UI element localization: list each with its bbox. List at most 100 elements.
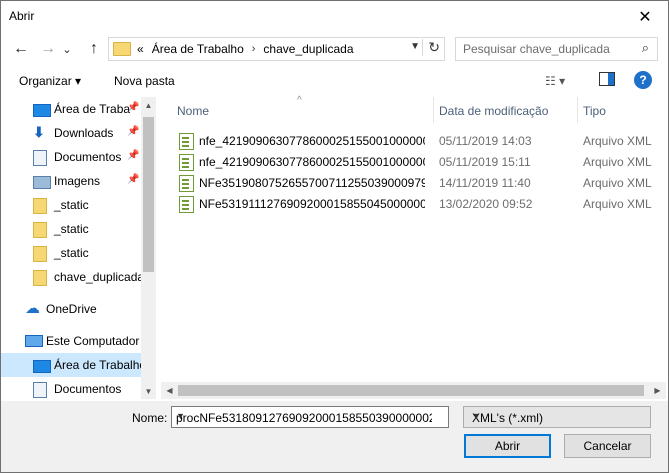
- organize-button[interactable]: Organizar ▾: [19, 74, 81, 88]
- desktop-icon: [33, 104, 51, 117]
- filename-field[interactable]: procNFe531809127690920001585503900000020…: [171, 406, 449, 428]
- xml-file-icon: [179, 175, 194, 192]
- sidebar-item-desktop[interactable]: Área de Trabalho: [1, 353, 146, 377]
- column-header-date[interactable]: Data de modificação: [439, 104, 548, 118]
- open-file-dialog: Abrir ✕ ← → ⌄ ↑ « Área de Trabalho › cha…: [0, 0, 669, 473]
- folder-icon: [33, 246, 47, 262]
- file-name: nfe_42190906307786000251550010000005...: [199, 155, 425, 169]
- file-type: Arquivo XML: [583, 197, 652, 211]
- xml-file-icon: [179, 154, 194, 171]
- open-button[interactable]: Abrir: [464, 434, 551, 458]
- cancel-button[interactable]: Cancelar: [564, 434, 651, 458]
- file-date: 05/11/2019 14:03: [439, 134, 532, 148]
- sidebar-item-static-3[interactable]: _static: [1, 241, 141, 265]
- title-bar: Abrir ✕: [1, 1, 668, 32]
- sidebar-item-label: _static: [54, 198, 89, 212]
- table-row[interactable]: NFe35190807526557007112550390009795... 1…: [161, 172, 666, 193]
- column-header-type[interactable]: Tipo: [583, 104, 606, 118]
- navigation-pane: Área de Traba 📌 ⬇ Downloads 📌 Documentos…: [1, 97, 157, 399]
- dialog-title: Abrir: [9, 9, 35, 23]
- horizontal-scrollbar[interactable]: ◀ ▶: [161, 382, 666, 399]
- pin-icon: 📌: [127, 150, 140, 161]
- sidebar-item-static-1[interactable]: _static: [1, 193, 141, 217]
- sidebar-item-label: _static: [54, 246, 89, 260]
- recent-locations-chevron-icon[interactable]: ⌄: [61, 39, 73, 59]
- file-type-select[interactable]: XML's (*.xml) ▼: [463, 406, 651, 428]
- table-row[interactable]: nfe_42190906307786000251550010000005... …: [161, 130, 666, 151]
- sidebar-item-label: Área de Trabalho: [54, 358, 147, 372]
- address-bar[interactable]: « Área de Trabalho › chave_duplicada ▼ ↻: [108, 37, 445, 61]
- refresh-icon[interactable]: ↻: [422, 39, 440, 56]
- document-icon: [33, 150, 47, 166]
- sidebar-item-chave-duplicada[interactable]: chave_duplicada: [1, 265, 145, 289]
- sidebar-item-label: chave_duplicada: [54, 270, 145, 284]
- breadcrumb-current-folder[interactable]: chave_duplicada: [263, 42, 353, 56]
- table-row[interactable]: nfe_42190906307786000251550010000005... …: [161, 151, 666, 172]
- sidebar-item-documents-quick[interactable]: Documentos 📌: [1, 145, 141, 169]
- scrollbar-thumb[interactable]: [143, 117, 154, 272]
- image-icon: [33, 176, 51, 189]
- pin-icon: 📌: [127, 174, 140, 185]
- file-type: Arquivo XML: [583, 176, 652, 190]
- up-arrow-icon[interactable]: ↑: [84, 39, 104, 59]
- sidebar-item-label: Documentos: [54, 150, 122, 164]
- column-divider[interactable]: [577, 97, 578, 123]
- help-icon[interactable]: ?: [634, 71, 652, 89]
- sidebar-item-label: Documentos: [54, 382, 122, 396]
- breadcrumb-separator-icon[interactable]: ›: [252, 43, 256, 55]
- file-list: Nome ^ Data de modificação Tipo nfe_4219…: [161, 95, 666, 399]
- scroll-down-icon[interactable]: ▼: [141, 383, 156, 399]
- file-name: nfe_42190906307786000251550010000005...: [199, 134, 425, 148]
- preview-pane-icon[interactable]: [599, 72, 615, 86]
- column-divider[interactable]: [433, 97, 434, 123]
- search-box[interactable]: Pesquisar chave_duplicada ⌕: [455, 37, 658, 61]
- search-input[interactable]: Pesquisar chave_duplicada: [463, 42, 610, 56]
- column-header-name[interactable]: Nome: [177, 104, 209, 118]
- breadcrumb-desktop[interactable]: Área de Trabalho: [152, 42, 244, 56]
- chevron-down-icon[interactable]: ▼: [472, 411, 643, 421]
- sidebar-item-label: Área de Traba: [54, 102, 131, 116]
- pin-icon: 📌: [127, 126, 140, 137]
- sidebar-item-onedrive[interactable]: ☁ OneDrive: [1, 297, 141, 321]
- sidebar-item-documents[interactable]: Documentos: [1, 377, 141, 399]
- table-row[interactable]: NFe53191112769092000158550450000006... 1…: [161, 193, 666, 214]
- scroll-up-icon[interactable]: ▲: [141, 97, 156, 113]
- scroll-left-icon[interactable]: ◀: [161, 382, 178, 399]
- sidebar-item-desktop-quick[interactable]: Área de Traba 📌: [1, 97, 141, 121]
- sort-ascending-icon: ^: [297, 95, 302, 106]
- download-icon: ⬇: [33, 124, 45, 140]
- sidebar-item-images[interactable]: Imagens 📌: [1, 169, 141, 193]
- chevron-down-icon[interactable]: ▼: [176, 411, 432, 421]
- xml-file-icon: [179, 196, 194, 213]
- close-icon[interactable]: ✕: [622, 1, 668, 32]
- desktop-icon: [33, 360, 51, 373]
- sidebar-item-label: _static: [54, 222, 89, 236]
- sidebar-item-label: Este Computador: [46, 334, 140, 348]
- folder-icon: [33, 198, 47, 214]
- scrollbar-thumb[interactable]: [178, 385, 644, 396]
- sidebar-item-label: OneDrive: [46, 302, 97, 316]
- breadcrumb-overflow[interactable]: «: [137, 42, 144, 56]
- file-type: Arquivo XML: [583, 134, 652, 148]
- view-options-icon[interactable]: ☷ ▾: [545, 74, 565, 88]
- sidebar-scrollbar[interactable]: ▲ ▼: [141, 97, 156, 399]
- forward-arrow-icon[interactable]: →: [38, 39, 58, 59]
- file-date: 13/02/2020 09:52: [439, 197, 533, 211]
- sidebar-item-static-2[interactable]: _static: [1, 217, 141, 241]
- address-dropdown-icon[interactable]: ▼: [410, 41, 420, 52]
- new-folder-button[interactable]: Nova pasta: [114, 74, 175, 88]
- search-icon: ⌕: [641, 40, 649, 55]
- command-bar: Organizar ▾ Nova pasta ☷ ▾ ?: [1, 69, 668, 95]
- filename-label: Nome:: [132, 411, 168, 425]
- cloud-icon: ☁: [25, 300, 40, 317]
- document-icon: [33, 382, 47, 398]
- dialog-footer: Nome: procNFe531809127690920001585503900…: [1, 401, 668, 472]
- scroll-right-icon[interactable]: ▶: [649, 382, 666, 399]
- pin-icon: 📌: [127, 102, 140, 113]
- navigation-bar: ← → ⌄ ↑ « Área de Trabalho › chave_dupli…: [1, 35, 668, 63]
- file-name: NFe53191112769092000158550450000006...: [199, 197, 425, 211]
- sidebar-item-downloads[interactable]: ⬇ Downloads 📌: [1, 121, 141, 145]
- sidebar-item-this-pc[interactable]: Este Computador: [1, 329, 141, 353]
- file-date: 14/11/2019 11:40: [439, 176, 531, 190]
- back-arrow-icon[interactable]: ←: [11, 39, 31, 59]
